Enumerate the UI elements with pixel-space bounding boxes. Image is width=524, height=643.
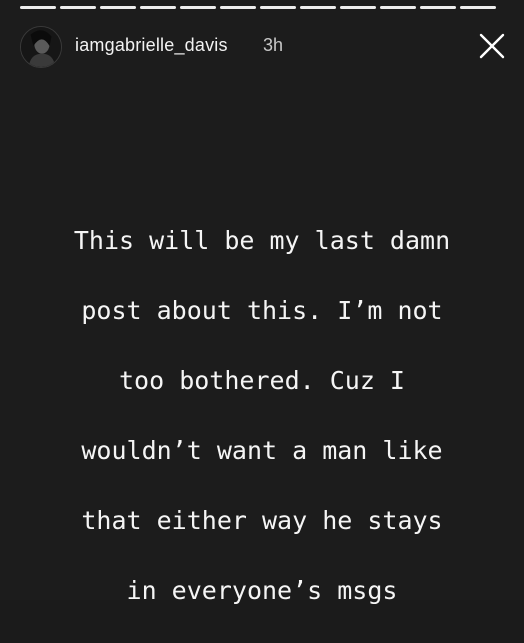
- story-text-line: that either way he stays: [81, 506, 443, 535]
- progress-segment: [140, 6, 176, 9]
- story-text-line: too bothered. Cuz I: [119, 366, 405, 395]
- story-text: This will be my last damn post about thi…: [0, 188, 524, 643]
- progress-segment: [260, 6, 296, 9]
- username[interactable]: iamgabrielle_davis: [75, 35, 228, 56]
- close-icon: [479, 33, 505, 59]
- story-viewer[interactable]: iamgabrielle_davis 3h This will be my la…: [0, 0, 524, 605]
- progress-segment: [220, 6, 256, 9]
- story-text-line: wouldn’t want a man like: [81, 436, 443, 465]
- story-text-line: in everyone’s msgs: [126, 576, 398, 605]
- story-header: iamgabrielle_davis 3h: [20, 26, 508, 70]
- progress-segment: [20, 6, 56, 9]
- progress-segment: [380, 6, 416, 9]
- story-progress-bar: [20, 6, 496, 9]
- progress-segment: [340, 6, 376, 9]
- progress-segment: [300, 6, 336, 9]
- progress-segment: [460, 6, 496, 9]
- progress-segment: [180, 6, 216, 9]
- progress-segment: [60, 6, 96, 9]
- story-text-line: post about this. I’m not: [81, 296, 443, 325]
- story-text-line: This will be my last damn: [73, 226, 451, 255]
- progress-segment: [100, 6, 136, 9]
- close-button[interactable]: [476, 30, 508, 62]
- profile-photo-avatar-icon: [21, 27, 61, 67]
- post-time: 3h: [263, 35, 284, 55]
- progress-segment: [420, 6, 456, 9]
- avatar[interactable]: [20, 26, 62, 68]
